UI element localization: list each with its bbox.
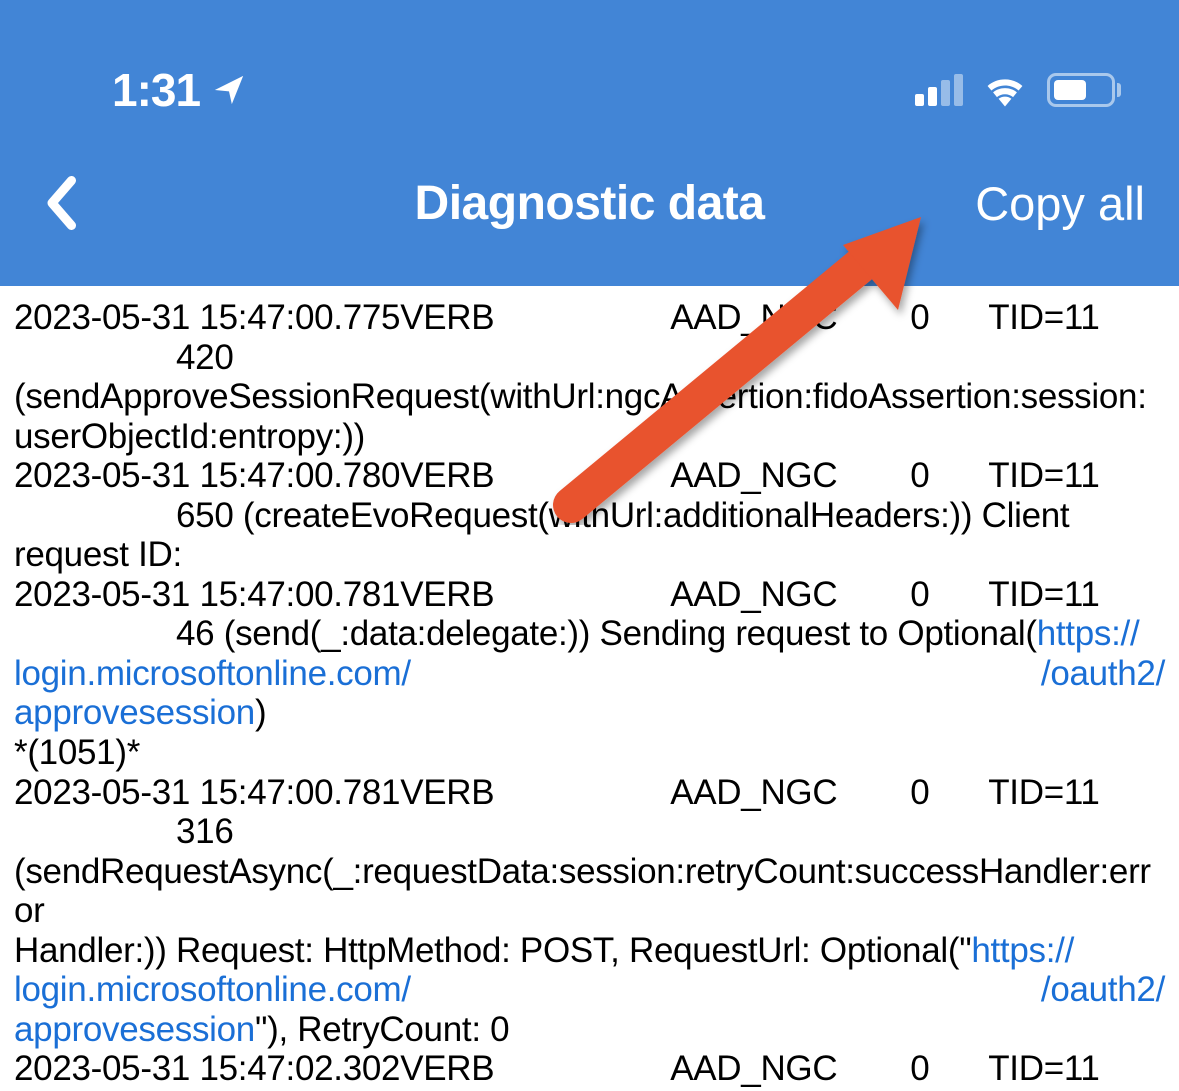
log-tid: TID=11 <box>988 298 1099 338</box>
log-level: VERB <box>400 456 670 496</box>
log-url-link[interactable]: approvesession <box>14 1010 255 1049</box>
log-flag: 0 <box>910 456 988 496</box>
log-url-link[interactable]: approvesession <box>14 693 255 732</box>
log-url-link[interactable]: https:// <box>1037 614 1140 653</box>
log-tag: AAD_NGC <box>670 773 910 813</box>
log-message: 650 (createEvoRequest(withUrl:additional… <box>14 496 1165 536</box>
log-tid: TID=11 <box>988 456 1099 496</box>
nav-bar: Diagnostic data Copy all <box>0 120 1179 286</box>
battery-icon <box>1047 73 1121 107</box>
copy-all-button[interactable]: Copy all <box>975 176 1145 231</box>
log-message: approvesession"), RetryCount: 0 <box>14 1010 1165 1050</box>
log-tid: TID=11 <box>988 773 1099 813</box>
log-tag: AAD_NGC <box>670 1049 910 1089</box>
log-flag: 0 <box>910 575 988 615</box>
log-message: approvesession) <box>14 693 1165 733</box>
log-level: VERB <box>400 1049 670 1089</box>
log-tid: TID=11 <box>988 575 1099 615</box>
log-message: login.microsoftonline.com/ /oauth2/ <box>14 970 1165 1010</box>
log-entry: 2023-05-31 15:47:00.781 VERB AAD_NGC 0 T… <box>14 773 1165 1050</box>
page-title: Diagnostic data <box>415 176 765 231</box>
back-button[interactable] <box>26 168 96 238</box>
log-url-link[interactable]: /oauth2/ <box>1041 654 1165 694</box>
location-icon <box>212 73 246 107</box>
log-entry: 2023-05-31 15:47:00.781 VERB AAD_NGC 0 T… <box>14 575 1165 773</box>
log-url-link[interactable]: login.microsoftonline.com/ <box>14 970 411 1010</box>
log-message: Handler:)) Request: HttpMethod: POST, Re… <box>14 931 1165 971</box>
status-time: 1:31 <box>112 63 200 117</box>
log-tag: AAD_NGC <box>670 456 910 496</box>
log-url-link[interactable]: https:// <box>971 931 1074 970</box>
status-right <box>915 73 1121 107</box>
log-message: 46 (send(_:data:delegate:)) Sending requ… <box>14 614 1165 654</box>
log-level: VERB <box>400 298 670 338</box>
log-message: request ID: <box>14 535 1165 575</box>
log-entry: 2023-05-31 15:47:02.302 VERB AAD_NGC 0 T… <box>14 1049 1165 1089</box>
log-level: VERB <box>400 575 670 615</box>
log-message: (sendRequestAsync(_:requestData:session:… <box>14 852 1165 931</box>
log-code-line: 316 <box>14 812 1165 852</box>
wifi-icon <box>983 73 1027 107</box>
log-code-line: 420 <box>14 338 1165 378</box>
log-entry: 2023-05-31 15:47:00.775 VERB AAD_NGC 0 T… <box>14 298 1165 456</box>
log-timestamp: 2023-05-31 15:47:00.781 <box>14 773 400 813</box>
log-message: *(1051)* <box>14 733 1165 773</box>
log-timestamp: 2023-05-31 15:47:00.775 <box>14 298 400 338</box>
log-tid: TID=11 <box>988 1049 1099 1089</box>
log-url-link[interactable]: /oauth2/ <box>1041 970 1165 1010</box>
log-level: VERB <box>400 773 670 813</box>
status-bar: 1:31 <box>0 0 1179 120</box>
status-left: 1:31 <box>112 63 246 117</box>
log-flag: 0 <box>910 298 988 338</box>
cellular-signal-icon <box>915 74 963 106</box>
log-flag: 0 <box>910 1049 988 1089</box>
log-message: login.microsoftonline.com/ /oauth2/ <box>14 654 1165 694</box>
log-timestamp: 2023-05-31 15:47:00.781 <box>14 575 400 615</box>
log-tag: AAD_NGC <box>670 298 910 338</box>
log-flag: 0 <box>910 773 988 813</box>
log-message: (sendApproveSessionRequest(withUrl:ngcAs… <box>14 377 1165 456</box>
app-header: 1:31 Diagnostic <box>0 0 1179 286</box>
log-tag: AAD_NGC <box>670 575 910 615</box>
log-timestamp: 2023-05-31 15:47:00.780 <box>14 456 400 496</box>
log-url-link[interactable]: login.microsoftonline.com/ <box>14 654 411 694</box>
log-entry: 2023-05-31 15:47:00.780 VERB AAD_NGC 0 T… <box>14 456 1165 575</box>
log-content[interactable]: 2023-05-31 15:47:00.775 VERB AAD_NGC 0 T… <box>0 286 1179 1089</box>
log-timestamp: 2023-05-31 15:47:02.302 <box>14 1049 400 1089</box>
